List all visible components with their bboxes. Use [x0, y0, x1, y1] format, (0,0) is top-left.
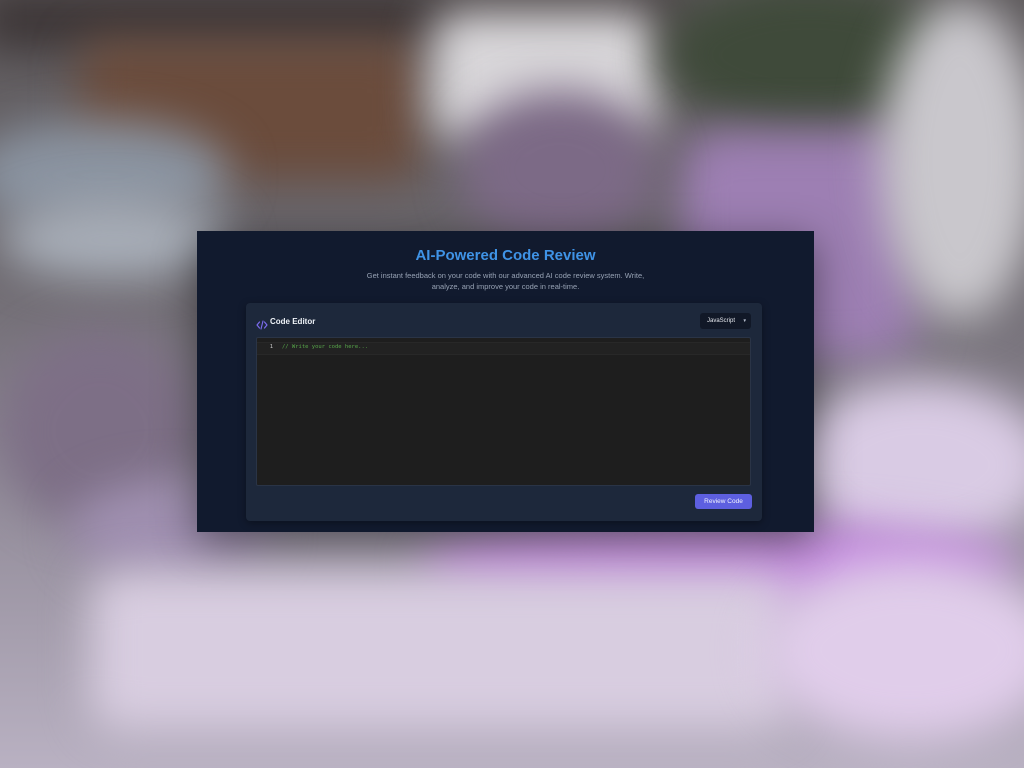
code-line-current: 1 // Write your code here...	[257, 342, 750, 355]
language-select-value: JavaScript	[707, 318, 736, 324]
review-code-button[interactable]: Review Code	[695, 494, 752, 509]
code-editor-card: Code Editor JavaScript ▼ 1 // Write your…	[246, 303, 762, 521]
line-number: 1	[269, 344, 273, 350]
code-placeholder: // Write your code here...	[282, 344, 369, 350]
code-review-app: AI-Powered Code Review Get instant feedb…	[197, 231, 814, 532]
language-select[interactable]: JavaScript ▼	[700, 313, 751, 329]
code-icon	[256, 317, 268, 330]
page-subtitle: Get instant feedback on your code with o…	[366, 271, 645, 291]
code-editor-label: Code Editor	[270, 317, 316, 326]
page-title: AI-Powered Code Review	[415, 247, 596, 264]
code-input[interactable]: 1 // Write your code here...	[256, 337, 751, 486]
chevron-down-icon: ▼	[742, 318, 747, 323]
